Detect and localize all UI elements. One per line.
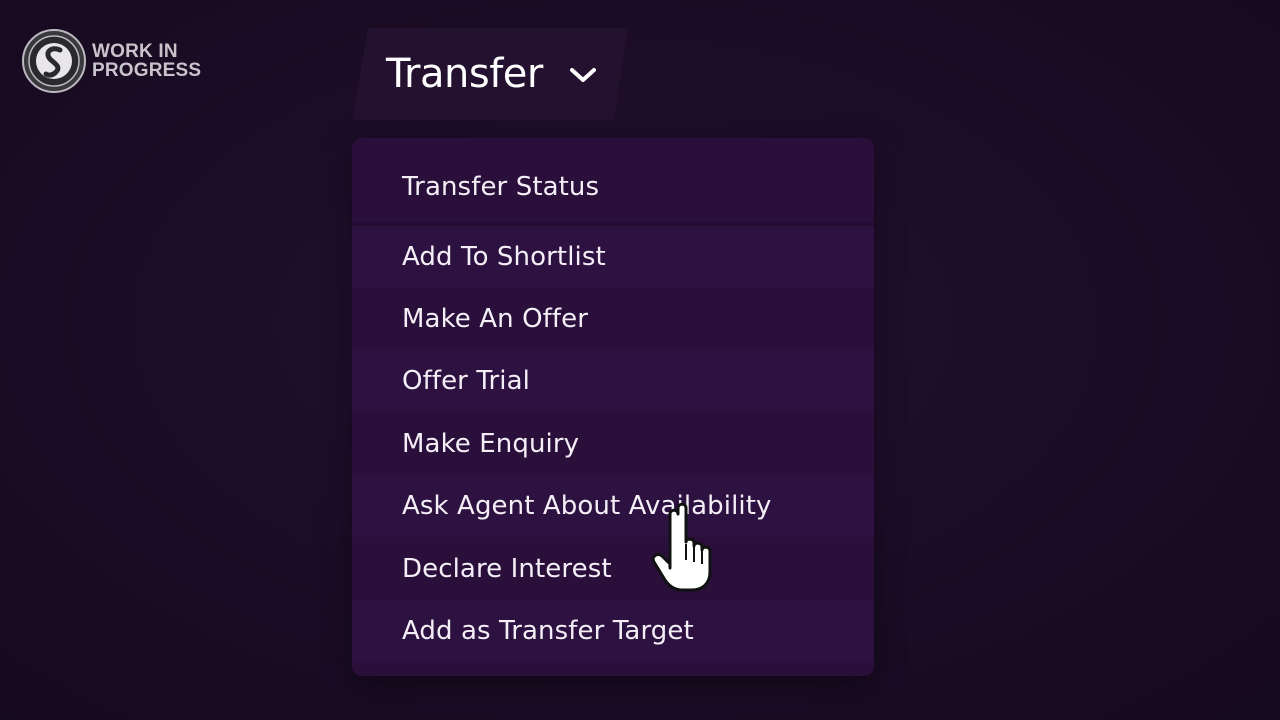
menu-item-add-to-shortlist[interactable]: Add To Shortlist: [352, 226, 874, 288]
transfer-dropdown-button[interactable]: Transfer: [352, 26, 628, 120]
menu-item-label: Add To Shortlist: [402, 242, 606, 272]
menu-item-make-enquiry[interactable]: Make Enquiry: [352, 413, 874, 475]
work-in-progress-watermark: WORK IN PROGRESS: [22, 29, 201, 93]
sports-interactive-logo-icon: [22, 29, 86, 93]
menu-item-transfer-status[interactable]: Transfer Status: [352, 156, 874, 218]
watermark-line-2: PROGRESS: [92, 60, 202, 81]
menu-item-label: Make An Offer: [402, 304, 589, 334]
menu-item-declare-interest[interactable]: Declare Interest: [352, 538, 874, 600]
transfer-menu: Transfer Status Add To Shortlist Make An…: [352, 138, 874, 676]
menu-item-ask-agent-about-availability[interactable]: Ask Agent About Availability: [352, 475, 874, 537]
menu-item-offer-trial[interactable]: Offer Trial: [352, 350, 874, 412]
menu-item-make-an-offer[interactable]: Make An Offer: [352, 288, 874, 350]
menu-item-label: Offer Trial: [402, 366, 530, 396]
menu-item-label: Declare Interest: [402, 554, 612, 584]
watermark-text: WORK IN PROGRESS: [92, 42, 201, 80]
menu-item-label: Add as Transfer Target: [402, 616, 694, 646]
chevron-down-icon: [570, 68, 596, 82]
menu-item-add-as-transfer-target[interactable]: Add as Transfer Target: [352, 600, 874, 662]
menu-item-label: Ask Agent About Availability: [402, 491, 772, 521]
menu-item-label: Transfer Status: [402, 172, 600, 202]
dropdown-title: Transfer: [386, 51, 543, 97]
menu-item-label: Make Enquiry: [402, 429, 580, 459]
watermark-line-1: WORK IN: [92, 41, 178, 62]
game-screen: WORK IN PROGRESS Transfer Transfer Statu…: [0, 0, 1280, 720]
